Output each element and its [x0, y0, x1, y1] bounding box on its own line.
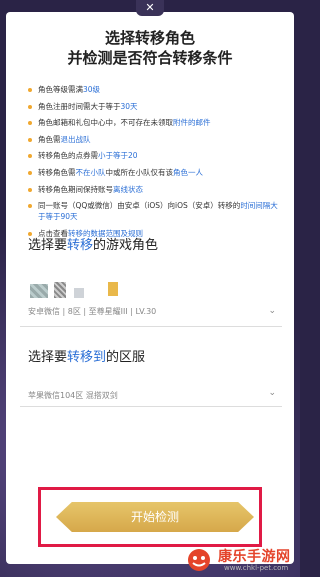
rule-highlight-text: 退出战队 — [60, 134, 91, 144]
rule-highlight-text: 30天 — [120, 101, 138, 111]
blurred-avatar — [30, 284, 48, 298]
rule-item: 转移角色需不在小队中或所在小队仅有该角色一人 — [28, 167, 278, 178]
rule-text: 角色注册时间需大于等于 — [38, 101, 121, 111]
rules-list: 角色等级需满30级 角色注册时间需大于等于30天 角色邮箱和礼包中心中，不可存在未领… — [28, 84, 278, 244]
rule-item: 转移角色的点券需小于等于20 — [28, 150, 278, 161]
rule-text: 转移角色需 — [38, 167, 76, 177]
page-title: 选择转移角色 并检测是否符合转移条件 — [0, 28, 300, 68]
rule-item: 角色等级需满30级 — [28, 84, 278, 95]
rule-text: 中或所在小队仅有该 — [105, 167, 174, 177]
blurred-name-tail — [74, 288, 84, 298]
divider — [20, 406, 282, 407]
section-server-suffix: 的区服 — [106, 350, 146, 365]
section-role-prefix: 选择要 — [28, 238, 68, 253]
rule-highlight-text: 附件的邮件 — [173, 118, 211, 128]
start-check-button[interactable]: 开始检测 — [56, 502, 254, 532]
close-icon[interactable]: ✕ — [136, 0, 164, 16]
blurred-name — [54, 282, 66, 298]
rule-item: 同一账号（QQ或微信）由安卓（iOS）向iOS（安卓）转移的时间间隔大于等于90… — [28, 200, 278, 222]
rule-item: 角色注册时间需大于等于30天 — [28, 101, 278, 112]
section-server-highlight: 转移到 — [67, 350, 107, 365]
rule-item: 角色邮箱和礼包中心中，不可存在未领取附件的邮件 — [28, 117, 278, 128]
rule-text: 角色等级需满 — [38, 85, 83, 94]
divider — [20, 326, 282, 327]
section-select-server-title: 选择要转移到的区服 — [28, 346, 145, 365]
chevron-down-icon[interactable]: ⌄ — [268, 388, 276, 398]
watermark-logo-icon — [188, 549, 210, 571]
rule-highlight-text: 30级 — [83, 85, 101, 94]
rule-text: 角色需 — [38, 134, 61, 144]
rule-highlight-text: 不在小队 — [75, 167, 106, 177]
rule-item: 角色需退出战队 — [28, 134, 278, 145]
rule-text: 转移角色的点券需 — [38, 151, 98, 161]
section-role-highlight: 转移 — [67, 238, 94, 253]
section-select-role-title: 选择要转移的游戏角色 — [28, 234, 158, 253]
section-server-prefix: 选择要 — [28, 350, 68, 365]
rule-highlight-text: 离线状态 — [113, 184, 143, 194]
rule-item: 转移角色期间保持账号离线状态 — [28, 184, 278, 195]
rule-highlight-text: 角色一人 — [173, 167, 203, 177]
server-info[interactable]: 苹果微信104区 混搭双剑 — [28, 390, 118, 401]
chevron-down-icon[interactable]: ⌄ — [268, 306, 276, 316]
character-selector[interactable] — [26, 282, 276, 300]
section-role-suffix: 的游戏角色 — [93, 238, 159, 253]
title-line-1: 选择转移角色 — [104, 29, 195, 47]
watermark: 康乐手游网 www.chkl-pet.com — [184, 545, 300, 577]
character-badge-icon — [108, 282, 118, 296]
watermark-text: 康乐手游网 — [218, 549, 291, 565]
rule-text: 同一账号（QQ或微信）由安卓（iOS）向iOS（安卓）转移的 — [38, 201, 241, 211]
rule-highlight-text: 小于等于20 — [98, 151, 138, 161]
rule-text: 转移角色期间保持账号 — [38, 184, 113, 194]
watermark-url: www.chkl-pet.com — [224, 564, 289, 572]
character-info[interactable]: 安卓微信 | 8区 | 至尊星耀III | LV.30 — [28, 306, 156, 317]
title-line-2: 并检测是否符合转移条件 — [67, 49, 233, 67]
rule-text: 角色邮箱和礼包中心中，不可存在未领取 — [38, 118, 173, 128]
